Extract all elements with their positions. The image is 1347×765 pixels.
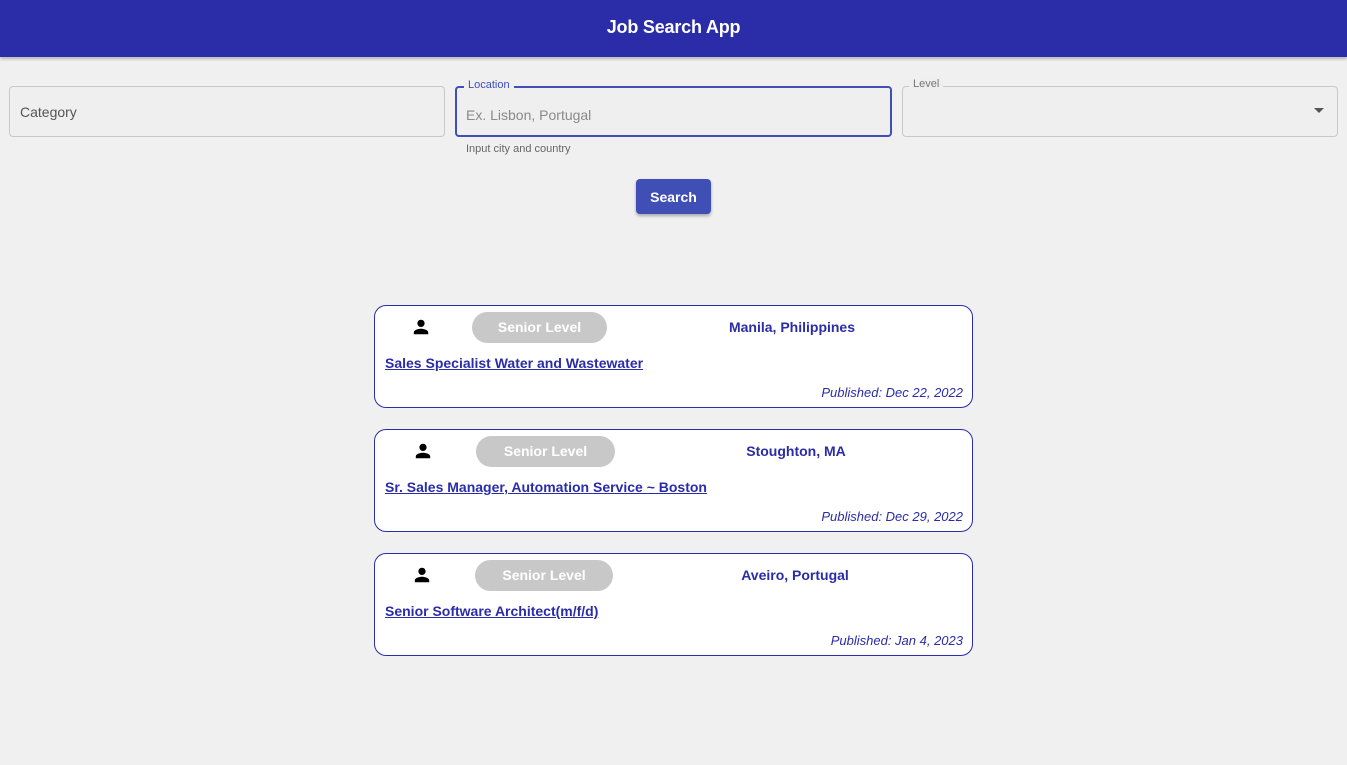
search-button[interactable]: Search <box>636 179 711 214</box>
job-title-link[interactable]: Senior Software Architect(m/f/d) <box>385 603 598 619</box>
job-title-link[interactable]: Sr. Sales Manager, Automation Service ~ … <box>385 479 707 495</box>
level-label: Level <box>909 78 944 90</box>
job-title-link[interactable]: Sales Specialist Water and Wastewater <box>385 355 643 371</box>
level-badge: Senior Level <box>476 436 615 467</box>
job-location: Stoughton, MA <box>746 443 846 459</box>
job-card: Senior Level Aveiro, Portugal Senior Sof… <box>374 553 973 656</box>
location-hint: Input city and country <box>466 143 571 155</box>
level-select[interactable]: Level <box>902 78 1338 137</box>
person-icon <box>414 567 430 583</box>
category-placeholder: Category <box>20 104 77 120</box>
location-label: Location <box>464 79 514 91</box>
job-location: Manila, Philippines <box>728 319 856 335</box>
category-field[interactable]: Category <box>9 86 445 137</box>
job-location: Aveiro, Portugal <box>741 567 849 583</box>
published-date: Published: Dec 29, 2022 <box>821 509 963 524</box>
location-placeholder: Ex. Lisbon, Portugal <box>466 107 592 123</box>
person-icon <box>413 319 429 335</box>
location-field[interactable]: Location Ex. Lisbon, Portugal <box>455 79 892 137</box>
level-badge: Senior Level <box>472 312 607 343</box>
job-card: Senior Level Manila, Philippines Sales S… <box>374 305 973 408</box>
level-badge: Senior Level <box>475 560 613 591</box>
person-icon <box>415 443 431 459</box>
chevron-down-icon[interactable] <box>1314 108 1324 113</box>
published-date: Published: Dec 22, 2022 <box>821 385 963 400</box>
published-date: Published: Jan 4, 2023 <box>830 633 963 648</box>
app-title: Job Search App <box>606 17 741 37</box>
app-header: Job Search App <box>0 0 1347 57</box>
job-card: Senior Level Stoughton, MA Sr. Sales Man… <box>374 429 973 532</box>
